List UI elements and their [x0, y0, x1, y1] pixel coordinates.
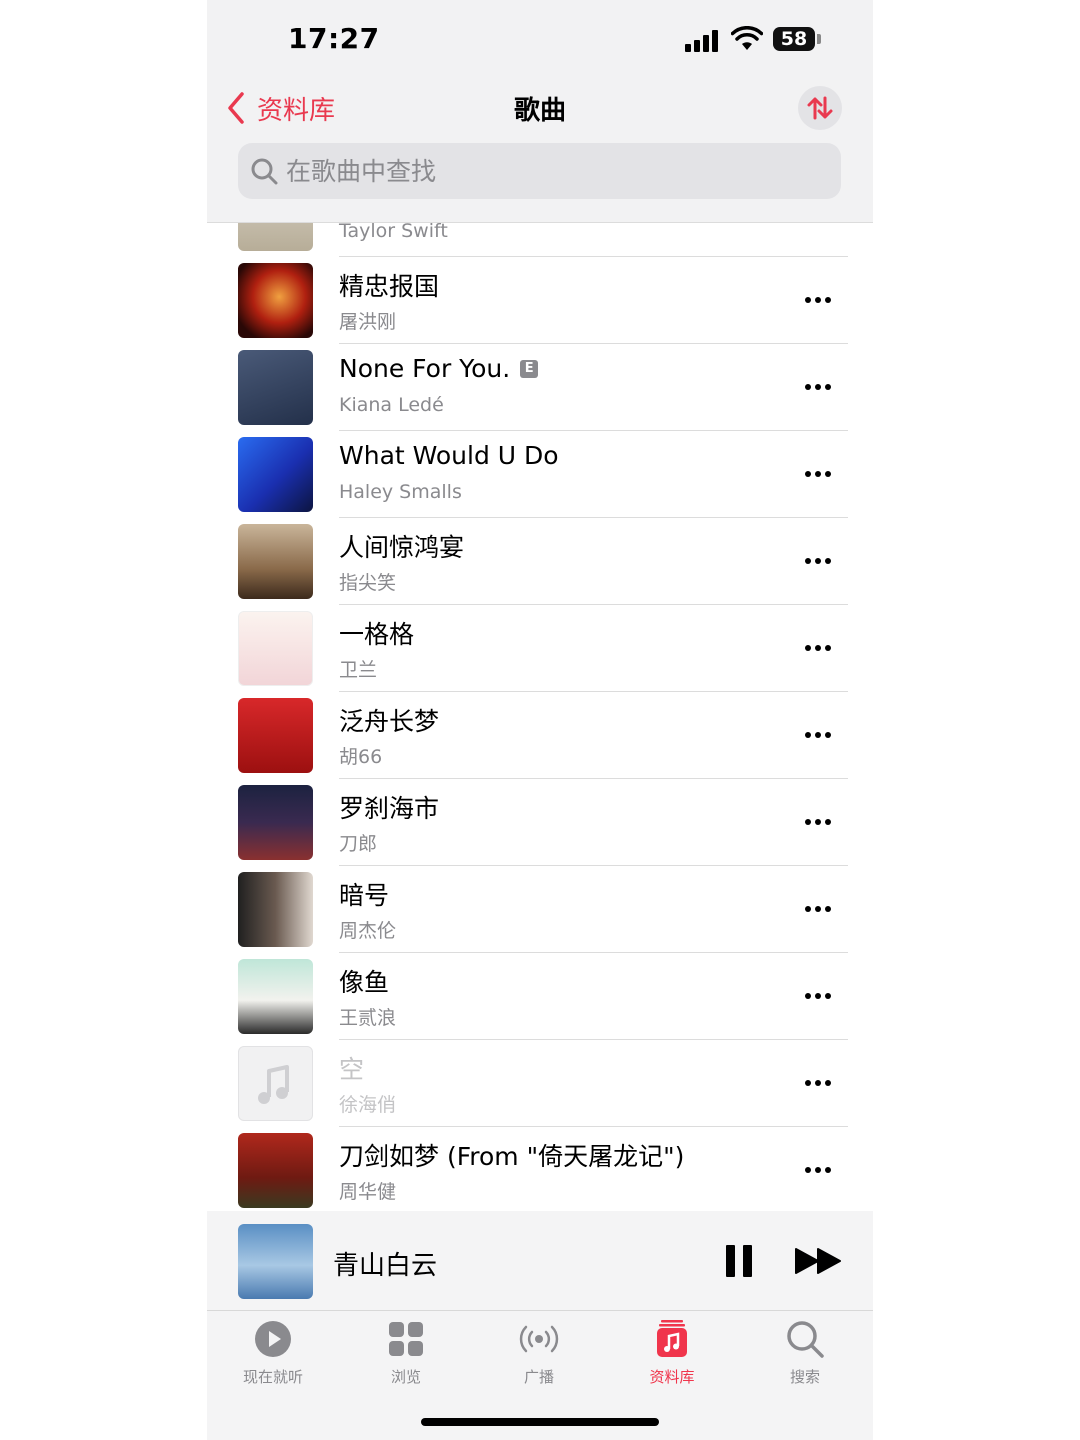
more-options-button[interactable]	[805, 551, 835, 571]
explicit-badge: E	[520, 359, 539, 378]
search-icon	[787, 1321, 824, 1358]
song-artist: Taylor Swift	[339, 220, 448, 242]
song-artist: 周杰伦	[339, 920, 397, 942]
list-item[interactable]: What Would U Do Haley Smalls	[207, 431, 873, 518]
song-artist: 胡66	[339, 746, 383, 768]
mini-player[interactable]: 青山白云	[207, 1211, 873, 1311]
song-artist: 卫兰	[339, 659, 378, 681]
radio-icon	[519, 1325, 559, 1353]
list-item[interactable]: 暗号 周杰伦	[207, 866, 873, 953]
song-artist: 周华健	[339, 1181, 397, 1203]
song-title: 暗号	[339, 881, 390, 910]
tab-listen-now[interactable]: 现在就听	[218, 1319, 328, 1387]
song-title-text: None For You.	[339, 354, 511, 383]
search-icon	[251, 158, 278, 185]
song-artist: 指尖笑	[339, 572, 397, 594]
more-options-button[interactable]	[805, 725, 835, 745]
album-artwork	[238, 263, 313, 338]
album-artwork	[238, 350, 313, 425]
song-artist: Haley Smalls	[339, 481, 462, 503]
song-title: 泛舟长梦	[339, 707, 440, 736]
list-item[interactable]: 空 徐海俏	[207, 1040, 873, 1127]
song-title: What Would U Do	[339, 441, 559, 470]
more-options-button[interactable]	[805, 464, 835, 484]
now-playing-title: 青山白云	[333, 1251, 438, 1281]
top-bar: 17:27 58 资料库 歌曲	[207, 0, 873, 223]
song-artist: 王贰浪	[339, 1007, 397, 1029]
list-item[interactable]: 像鱼 王贰浪	[207, 953, 873, 1040]
more-options-button[interactable]	[805, 638, 835, 658]
battery-cap	[817, 34, 821, 44]
song-title: None For You. E	[339, 354, 539, 383]
album-artwork	[238, 785, 313, 860]
song-title: 人间惊鸿宴	[339, 533, 465, 562]
pause-button[interactable]	[726, 1245, 752, 1277]
song-artist: 刀郎	[339, 833, 378, 855]
fast-forward-button[interactable]	[794, 1247, 842, 1275]
album-artwork-placeholder	[238, 1046, 313, 1121]
tab-label: 搜索	[789, 1368, 820, 1386]
list-item[interactable]: 人间惊鸿宴 指尖笑	[207, 518, 873, 605]
tab-library[interactable]: 资料库	[617, 1319, 727, 1387]
battery-icon: 58	[773, 27, 815, 51]
album-artwork	[238, 698, 313, 773]
list-item[interactable]: 精忠报国 屠洪刚	[207, 257, 873, 344]
album-artwork	[238, 611, 313, 686]
list-item[interactable]: None For You. E Kiana Ledé	[207, 344, 873, 431]
search-field[interactable]	[238, 143, 841, 199]
wifi-icon	[731, 26, 763, 50]
list-item[interactable]: 泛舟长梦 胡66	[207, 692, 873, 779]
grid-icon	[389, 1322, 423, 1356]
tab-radio[interactable]: 广播	[484, 1319, 594, 1387]
now-playing-artwork	[238, 1224, 313, 1299]
sort-arrows-icon	[807, 96, 833, 120]
more-options-button[interactable]	[805, 290, 835, 310]
more-options-button[interactable]	[805, 1160, 835, 1180]
album-artwork	[238, 872, 313, 947]
album-artwork	[238, 959, 313, 1034]
tab-label: 现在就听	[242, 1368, 303, 1386]
song-title: 一格格	[339, 620, 415, 649]
tab-browse[interactable]: 浏览	[351, 1319, 461, 1387]
status-time: 17:27	[288, 22, 380, 55]
list-item[interactable]: 刀剑如梦 (From "倚天屠龙记") 周华健	[207, 1127, 873, 1214]
song-artist: 徐海俏	[339, 1094, 397, 1116]
tab-search[interactable]: 搜索	[750, 1319, 860, 1387]
song-title: 空	[339, 1055, 365, 1084]
tab-label: 资料库	[649, 1368, 695, 1386]
song-title: 像鱼	[339, 968, 390, 997]
more-options-button[interactable]	[805, 377, 835, 397]
song-title: 罗刹海市	[339, 794, 440, 823]
play-circle-icon	[255, 1321, 291, 1357]
search-input[interactable]	[286, 156, 806, 186]
album-artwork	[238, 524, 313, 599]
phone-screen: 17:27 58 资料库 歌曲 在歌曲中查找 Taylor Swift 精忠报国…	[207, 0, 873, 1440]
home-indicator	[421, 1418, 659, 1426]
more-options-button[interactable]	[805, 812, 835, 832]
tab-bar: 现在就听 浏览 广播 资料库 搜索	[207, 1311, 873, 1440]
more-options-button[interactable]	[805, 986, 835, 1006]
song-title: 刀剑如梦 (From "倚天屠龙记")	[339, 1142, 685, 1171]
song-title: 精忠报国	[339, 272, 440, 301]
album-artwork	[238, 437, 313, 512]
album-artwork	[238, 1133, 313, 1208]
cellular-signal-icon	[685, 30, 721, 52]
song-artist: 屠洪刚	[339, 311, 397, 333]
music-note-icon	[258, 1065, 289, 1104]
more-options-button[interactable]	[805, 1073, 835, 1093]
tab-label: 广播	[523, 1368, 554, 1386]
page-title: 歌曲	[513, 96, 566, 126]
song-artist: Kiana Ledé	[339, 394, 444, 416]
list-item[interactable]: 一格格 卫兰	[207, 605, 873, 692]
library-icon	[657, 1320, 687, 1357]
more-options-button[interactable]	[805, 899, 835, 919]
tab-label: 浏览	[390, 1368, 421, 1386]
list-item[interactable]: 罗刹海市 刀郎	[207, 779, 873, 866]
sort-button[interactable]	[798, 86, 842, 130]
